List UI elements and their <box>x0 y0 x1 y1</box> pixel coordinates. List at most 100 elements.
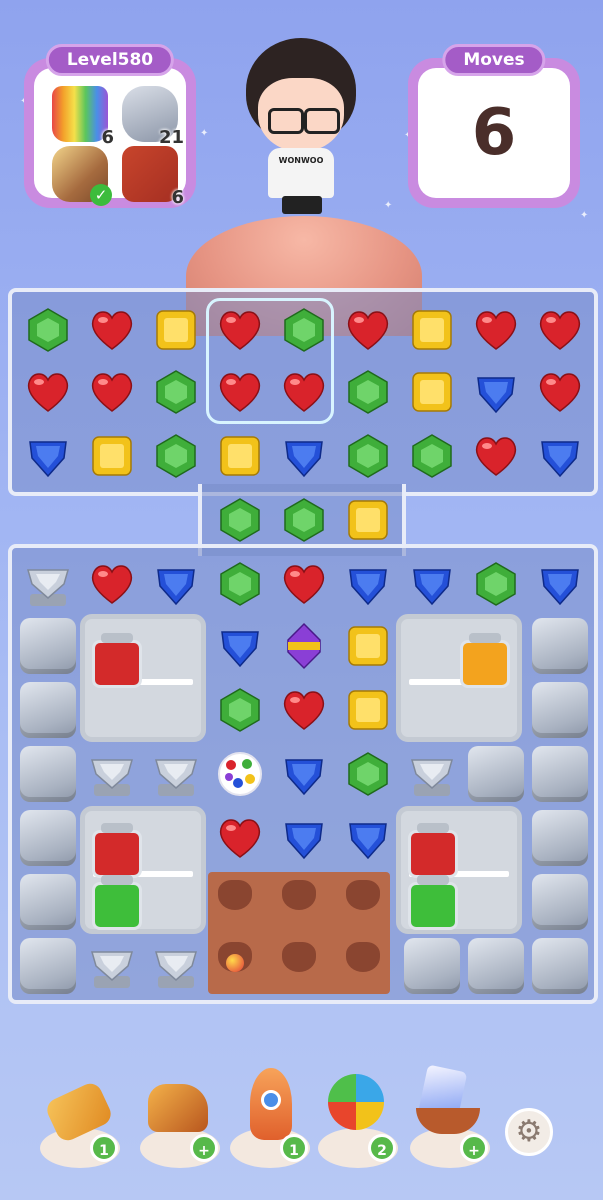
stone-diamond-icon <box>155 759 197 796</box>
board-tile[interactable] <box>336 360 400 424</box>
board-tile[interactable] <box>272 742 336 806</box>
board-tile[interactable] <box>272 614 336 678</box>
stone-block[interactable] <box>464 742 528 806</box>
color-bomb-gem-icon <box>218 752 262 796</box>
board-tile[interactable] <box>528 298 592 362</box>
stone-diamond-block[interactable] <box>144 934 208 998</box>
board-tile[interactable] <box>80 424 144 488</box>
board-tile[interactable] <box>16 424 80 488</box>
board-tile[interactable] <box>400 552 464 616</box>
stone-diamond-block[interactable] <box>144 742 208 806</box>
red-heart-gem-icon <box>347 311 389 350</box>
board-tile[interactable] <box>144 424 208 488</box>
stone-block[interactable] <box>16 806 80 870</box>
stone-block[interactable] <box>400 934 464 998</box>
buried-ball-icon <box>226 954 244 972</box>
board-tile[interactable] <box>336 298 400 362</box>
stone-block[interactable] <box>16 934 80 998</box>
stone-diamond-icon <box>411 759 453 796</box>
board-tile[interactable] <box>208 742 272 806</box>
board-tile[interactable] <box>336 742 400 806</box>
stone-block[interactable] <box>16 870 80 934</box>
board-tile[interactable] <box>528 360 592 424</box>
board-tile[interactable] <box>400 360 464 424</box>
board-tile[interactable] <box>336 614 400 678</box>
stone-block-icon <box>532 810 588 866</box>
board-tile[interactable] <box>208 614 272 678</box>
blue-diamond-gem-icon <box>285 441 323 478</box>
green-hexagon-gem-icon <box>156 370 196 414</box>
blue-diamond-gem-icon <box>349 569 387 606</box>
board-tile[interactable] <box>528 552 592 616</box>
board-tile[interactable] <box>16 298 80 362</box>
purple-gem-icon <box>287 622 321 670</box>
stone-block[interactable] <box>528 870 592 934</box>
board-tile[interactable] <box>336 806 400 870</box>
board-tile[interactable] <box>144 360 208 424</box>
stone-block-icon <box>468 938 524 994</box>
stone-block[interactable] <box>16 678 80 742</box>
stone-block[interactable] <box>528 742 592 806</box>
paint-roller-goal-icon: ✓ <box>52 146 112 206</box>
settings-button[interactable]: ⚙ <box>505 1108 553 1156</box>
board-tile[interactable] <box>208 488 272 552</box>
blue-diamond-gem-icon <box>285 759 323 796</box>
stone-diamond-block[interactable] <box>80 934 144 998</box>
green-hexagon-gem-icon <box>412 434 452 478</box>
stone-block[interactable] <box>528 614 592 678</box>
board-tile[interactable] <box>400 424 464 488</box>
board-tile[interactable] <box>208 424 272 488</box>
glasses-icon <box>268 108 304 134</box>
rocket-booster[interactable]: 1 <box>230 1068 310 1168</box>
dig-hole <box>282 942 316 972</box>
stone-block-icon <box>404 938 460 994</box>
board-tile[interactable] <box>144 298 208 362</box>
booster-count: + <box>190 1134 218 1162</box>
level-goals-card: 6 21 ✓ 6 Level580 <box>24 44 196 208</box>
board-tile[interactable] <box>144 552 208 616</box>
hammer-booster[interactable]: 1 <box>40 1068 120 1168</box>
board-tile[interactable] <box>272 488 336 552</box>
board-tile[interactable] <box>208 678 272 742</box>
stone-diamond-block[interactable] <box>80 742 144 806</box>
stone-block[interactable] <box>16 742 80 806</box>
stone-block[interactable] <box>464 934 528 998</box>
board-tile[interactable] <box>80 360 144 424</box>
stone-block[interactable] <box>16 614 80 678</box>
stone-diamond-block[interactable] <box>16 552 80 616</box>
board-tile[interactable] <box>208 806 272 870</box>
board-tile[interactable] <box>80 298 144 362</box>
board-tile[interactable] <box>336 488 400 552</box>
pinwheel-booster[interactable]: 2 <box>318 1068 398 1168</box>
board-tile[interactable] <box>80 552 144 616</box>
board-tile[interactable] <box>464 552 528 616</box>
board-tile[interactable] <box>400 298 464 362</box>
board-tile[interactable] <box>336 678 400 742</box>
cannon-booster[interactable]: + <box>140 1068 220 1168</box>
board-tile[interactable] <box>528 424 592 488</box>
sparkle-icon: ✦ <box>580 210 589 221</box>
stone-block-icon <box>468 746 524 802</box>
stone-block[interactable] <box>528 678 592 742</box>
board-tile[interactable] <box>464 360 528 424</box>
board-tile[interactable] <box>464 298 528 362</box>
stone-block[interactable] <box>528 934 592 998</box>
board-tile[interactable] <box>272 552 336 616</box>
green-hexagon-gem-icon <box>28 308 68 352</box>
stone-block-icon <box>532 746 588 802</box>
green-hexagon-gem-icon <box>220 562 260 606</box>
board-tile[interactable] <box>272 806 336 870</box>
stone-block-icon <box>532 618 588 674</box>
stone-diamond-block[interactable] <box>400 742 464 806</box>
stone-block[interactable] <box>528 806 592 870</box>
board-tile[interactable] <box>336 552 400 616</box>
board-tile[interactable] <box>272 424 336 488</box>
board-tile[interactable] <box>16 360 80 424</box>
board-tile[interactable] <box>336 424 400 488</box>
board-tile[interactable] <box>272 678 336 742</box>
boat-card-booster[interactable]: + <box>410 1064 490 1168</box>
board-tile[interactable] <box>208 552 272 616</box>
board-tile[interactable] <box>464 424 528 488</box>
green-hexagon-gem-icon <box>476 562 516 606</box>
red-jar-icon <box>408 823 458 878</box>
